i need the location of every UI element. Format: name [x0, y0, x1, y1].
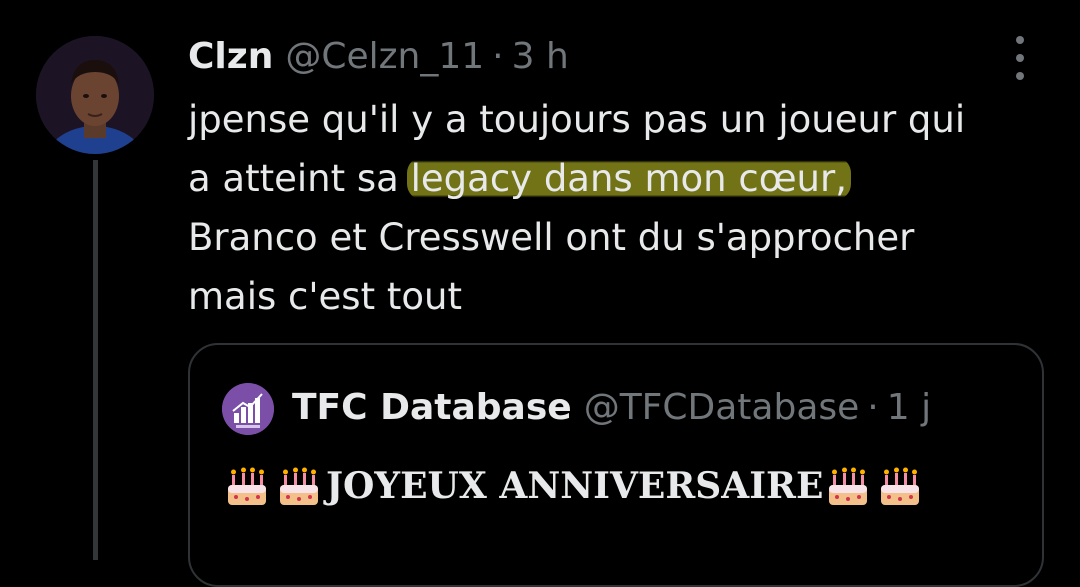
thread-line	[93, 160, 98, 560]
tweet[interactable]: Clzn @Celzn_11 · 3 h jpense qu'il y a to…	[0, 0, 1080, 587]
quote-author-display-name[interactable]: TFC Database	[292, 387, 572, 428]
more-dot	[1016, 36, 1024, 44]
tweet-timestamp[interactable]: 3 h	[512, 36, 569, 77]
quote-header: TFC Database @TFCDatabase · 1 j	[292, 379, 931, 435]
avatar-photo	[36, 36, 154, 154]
birthday-cake-icon	[222, 461, 272, 511]
tweet-text: jpense qu'il y a toujours pas un joueur …	[188, 90, 1058, 326]
quote-author-handle[interactable]: @TFCDatabase	[584, 387, 860, 428]
more-vertical-icon[interactable]	[1006, 36, 1034, 80]
author-handle[interactable]: @Celzn_11	[285, 36, 484, 77]
quote-timestamp[interactable]: 1 j	[887, 387, 931, 428]
tfc-database-logo[interactable]	[222, 383, 274, 435]
highlighted-text: legacy dans mon cœur,	[406, 157, 851, 200]
tfc-logo-graphic	[222, 383, 274, 435]
separator-dot: ·	[492, 35, 504, 77]
more-dot	[1016, 72, 1024, 80]
tweet-text-part: Branco et Cresswell ont du s'approcher m…	[188, 216, 915, 318]
quote-text-content: JOYEUX ANNIVERSAIRE	[326, 465, 824, 507]
birthday-cake-icon	[274, 461, 324, 511]
birthday-cake-icon	[875, 461, 925, 511]
quote-text: JOYEUX ANNIVERSAIRE	[222, 461, 927, 511]
tweet-header: Clzn @Celzn_11 · 3 h	[188, 28, 569, 84]
avatar[interactable]	[36, 36, 154, 154]
separator-dot: ·	[867, 386, 879, 428]
more-dot	[1016, 54, 1024, 62]
quoted-tweet[interactable]: TFC Database @TFCDatabase · 1 j JOYEUX A…	[188, 343, 1044, 587]
author-display-name[interactable]: Clzn	[188, 36, 273, 77]
birthday-cake-icon	[823, 461, 873, 511]
